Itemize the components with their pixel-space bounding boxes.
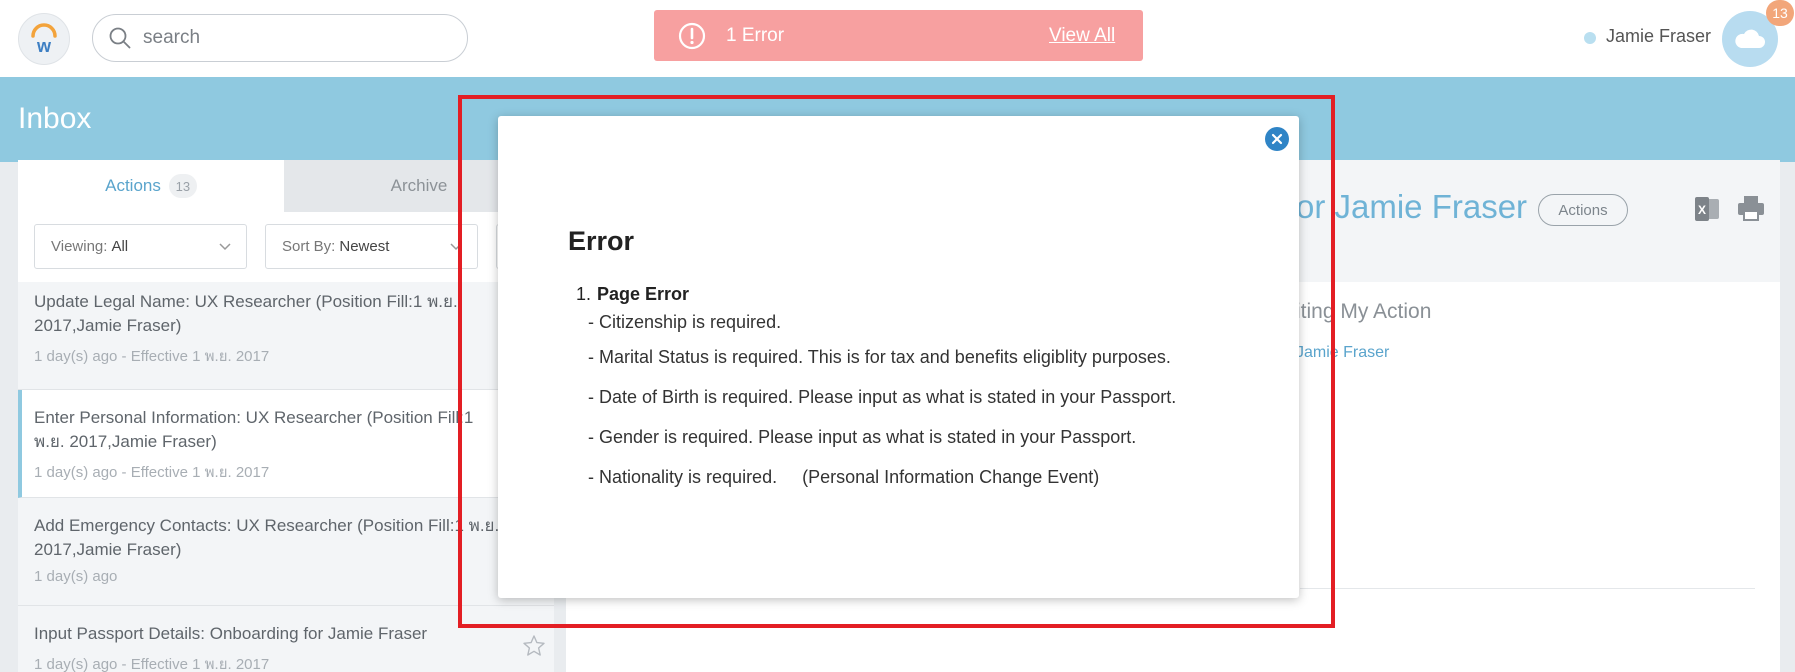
search-input[interactable] — [143, 27, 443, 49]
user-name[interactable]: Jamie Fraser — [1606, 26, 1711, 47]
error-banner: 1 Error View All — [654, 10, 1143, 61]
list-item-title: Input Passport Details: Onboarding for J… — [34, 624, 428, 643]
actions-button[interactable]: Actions — [1538, 194, 1628, 226]
chevron-down-icon — [219, 243, 231, 251]
tab-actions[interactable]: Actions 13 — [18, 160, 284, 212]
tab-actions-count: 13 — [168, 174, 197, 198]
error-line: - Marital Status is required. This is fo… — [588, 347, 1171, 367]
list-item[interactable]: Input Passport Details: Onboarding for J… — [18, 606, 554, 672]
error-heading-label: Page Error — [597, 284, 690, 304]
sort-label: Sort By: — [282, 238, 336, 255]
view-all-link[interactable]: View All — [1049, 25, 1115, 47]
assignee-link[interactable]: Jamie Fraser — [1296, 344, 1389, 362]
search-box[interactable] — [92, 14, 468, 62]
chevron-down-icon — [450, 243, 462, 251]
list-item-selected[interactable]: Enter Personal Information: UX Researche… — [18, 390, 554, 498]
list-item-meta: 1 day(s) ago - Effective 1 พ.ย. 2017 — [34, 656, 270, 672]
list-item-title: Add Emergency Contacts: UX Researcher (P… — [34, 516, 500, 559]
error-count: 1 Error — [726, 24, 785, 46]
svg-text:w: w — [36, 36, 52, 56]
list-item[interactable]: Add Emergency Contacts: UX Researcher (P… — [18, 498, 554, 606]
viewing-value: All — [111, 238, 129, 255]
error-number: 1. — [576, 284, 592, 304]
error-dialog: Error 1. Page Error - Citizenship is requ… — [498, 116, 1299, 598]
viewing-select[interactable]: Viewing: All — [34, 224, 247, 269]
tab-actions-label: Actions — [105, 176, 161, 195]
list-item[interactable]: Update Legal Name: UX Researcher (Positi… — [18, 290, 554, 390]
error-line: - Nationality is required. (Personal Inf… — [588, 467, 1100, 487]
list-item-meta: 1 day(s) ago - Effective 1 พ.ย. 2017 — [34, 464, 270, 481]
filter-bar: Viewing: All Sort By: Newest — [18, 212, 554, 282]
error-line: - Gender is required. Please input as wh… — [588, 427, 1137, 447]
error-heading: 1. Page Error — [576, 284, 1176, 305]
error-list: 1. Page Error - Citizenship is required. … — [576, 284, 1176, 497]
print-icon[interactable] — [1736, 194, 1766, 222]
detail-title: or Jamie Fraser — [1296, 188, 1528, 225]
error-line: - Date of Birth is required. Please inpu… — [588, 387, 1177, 407]
list-item-meta: 1 day(s) ago — [34, 568, 118, 585]
sort-select[interactable]: Sort By: Newest — [265, 224, 478, 269]
dialog-title: Error — [568, 226, 635, 256]
viewing-label: Viewing: — [51, 238, 108, 255]
inbox-tabs: Actions 13 Archive — [18, 160, 554, 212]
star-icon[interactable] — [522, 634, 546, 658]
svg-text:X: X — [1698, 203, 1706, 217]
close-icon[interactable] — [1265, 127, 1289, 151]
list-item-title: Update Legal Name: UX Researcher (Positi… — [34, 292, 458, 335]
tab-archive-label: Archive — [390, 176, 448, 195]
excel-icon[interactable]: X — [1693, 196, 1721, 222]
search-icon — [109, 27, 131, 49]
user-status-dot — [1584, 32, 1596, 44]
top-bar: w 1 Error View All Jamie Fraser 13 — [0, 0, 1795, 77]
alert-icon — [678, 22, 706, 49]
list-item-meta: 1 day(s) ago - Effective 1 พ.ย. 2017 — [34, 348, 270, 365]
notification-badge[interactable]: 13 — [1766, 0, 1794, 26]
list-item-title: Enter Personal Information: UX Researche… — [34, 408, 474, 451]
workday-logo-icon[interactable]: w — [18, 13, 70, 65]
divider — [1300, 588, 1755, 589]
detail-subheading: iting My Action — [1296, 300, 1432, 323]
sort-value: Newest — [339, 238, 390, 255]
page-title: Inbox — [18, 102, 92, 135]
error-line: - Citizenship is required. — [588, 312, 782, 332]
